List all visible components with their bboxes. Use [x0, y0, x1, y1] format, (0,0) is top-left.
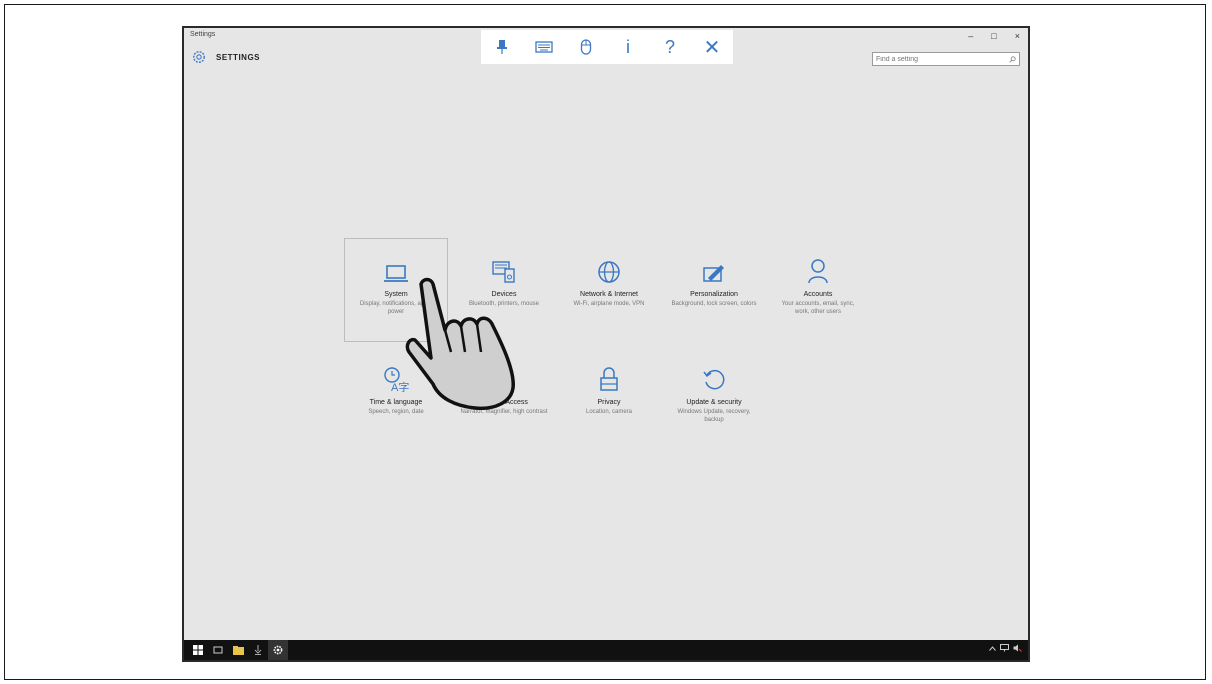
category-network-internet[interactable]: Network & Internet Wi-Fi, airplane mode,… — [557, 256, 661, 308]
category-label: Devices — [491, 291, 517, 298]
svg-text:A字: A字 — [391, 380, 409, 392]
keyboard-button[interactable] — [533, 36, 555, 58]
maximize-button[interactable]: □ — [991, 31, 996, 41]
window-title: Settings — [190, 31, 216, 38]
devices-icon — [492, 261, 515, 283]
store-icon — [254, 645, 262, 655]
update-icon — [703, 369, 725, 390]
category-label: Privacy — [597, 399, 621, 406]
page-title: SETTINGS — [216, 52, 261, 62]
system-tray — [989, 644, 1022, 652]
category-desc: Background, lock screen, colors — [671, 301, 757, 307]
category-devices[interactable]: Devices Bluetooth, printers, mouse — [452, 256, 556, 308]
category-privacy[interactable]: Privacy Location, camera — [557, 364, 661, 416]
category-system[interactable]: System Display, notifications, apps, pow… — [344, 256, 448, 316]
window-controls: – □ × — [968, 31, 1020, 41]
task-view-icon — [213, 646, 223, 654]
category-desc: Windows Update, recovery, backup — [677, 409, 751, 423]
search-box[interactable] — [872, 52, 1020, 66]
start-icon — [193, 645, 203, 655]
keyboard-icon — [535, 41, 553, 53]
category-accounts[interactable]: Accounts Your accounts, email, sync, wor… — [766, 256, 870, 316]
personalization-icon — [703, 265, 724, 282]
taskbar — [184, 640, 1028, 660]
category-time-language[interactable]: A字 Time & language Speech, region, date — [344, 364, 448, 416]
mouse-button[interactable] — [575, 36, 597, 58]
category-label: Update & security — [686, 399, 742, 406]
settings-icon — [273, 645, 283, 655]
close-toolbar-button[interactable]: ✕ — [701, 35, 723, 59]
settings-taskbar-button[interactable] — [268, 640, 288, 660]
info-button[interactable]: i — [617, 36, 639, 58]
store-button[interactable] — [248, 640, 268, 660]
category-label: Ease of Access — [480, 399, 528, 406]
category-label: Time & language — [369, 399, 423, 406]
globe-icon — [598, 261, 620, 283]
category-desc: Your accounts, email, sync, work, other … — [781, 301, 855, 315]
category-desc: Location, camera — [585, 409, 633, 415]
start-button[interactable] — [188, 640, 208, 660]
settings-window: Settings – □ × SETTINGS i ? ✕ Find a set… — [182, 26, 1030, 662]
chevron-up-icon[interactable] — [989, 645, 996, 651]
category-label: Network & Internet — [580, 291, 638, 298]
volume-icon[interactable] — [1013, 644, 1022, 652]
mouse-icon — [580, 39, 592, 55]
category-desc: Narrator, magnifier, high contrast — [460, 409, 548, 415]
category-desc: Bluetooth, printers, mouse — [468, 301, 540, 307]
category-desc: Display, notifications, apps, power — [359, 301, 433, 315]
info-icon: i — [626, 36, 630, 57]
category-desc: Speech, region, date — [368, 409, 424, 415]
gear-icon — [193, 51, 205, 63]
file-explorer-button[interactable] — [228, 640, 248, 660]
help-button[interactable]: ? — [659, 36, 681, 58]
category-label: System — [384, 291, 408, 298]
close-icon: ✕ — [703, 35, 721, 59]
time-language-icon: A字 — [384, 367, 409, 392]
network-icon[interactable] — [1000, 644, 1009, 652]
settings-header: SETTINGS — [192, 50, 260, 64]
task-view-button[interactable] — [208, 640, 228, 660]
category-label: Accounts — [803, 291, 833, 298]
category-desc: Wi-Fi, airplane mode, VPN — [573, 301, 645, 307]
category-label: Personalization — [690, 291, 738, 298]
category-ease-of-access[interactable]: Ease of Access Narrator, magnifier, high… — [452, 364, 556, 416]
floating-toolbar: i ? ✕ — [481, 30, 733, 64]
search-icon — [1009, 55, 1016, 63]
category-personalization[interactable]: Personalization Background, lock screen,… — [662, 256, 766, 308]
ease-of-access-icon — [494, 370, 514, 390]
person-icon — [808, 259, 828, 284]
help-icon: ? — [664, 36, 675, 57]
minimize-button[interactable]: – — [968, 31, 973, 41]
category-update-security[interactable]: Update & security Windows Update, recove… — [662, 364, 766, 424]
close-window-button[interactable]: × — [1015, 31, 1020, 41]
pin-icon — [497, 40, 507, 54]
laptop-icon — [384, 265, 408, 282]
search-input[interactable] — [876, 55, 996, 63]
lock-icon — [600, 367, 618, 391]
file-explorer-icon — [232, 645, 244, 655]
pin-button[interactable] — [491, 36, 513, 58]
